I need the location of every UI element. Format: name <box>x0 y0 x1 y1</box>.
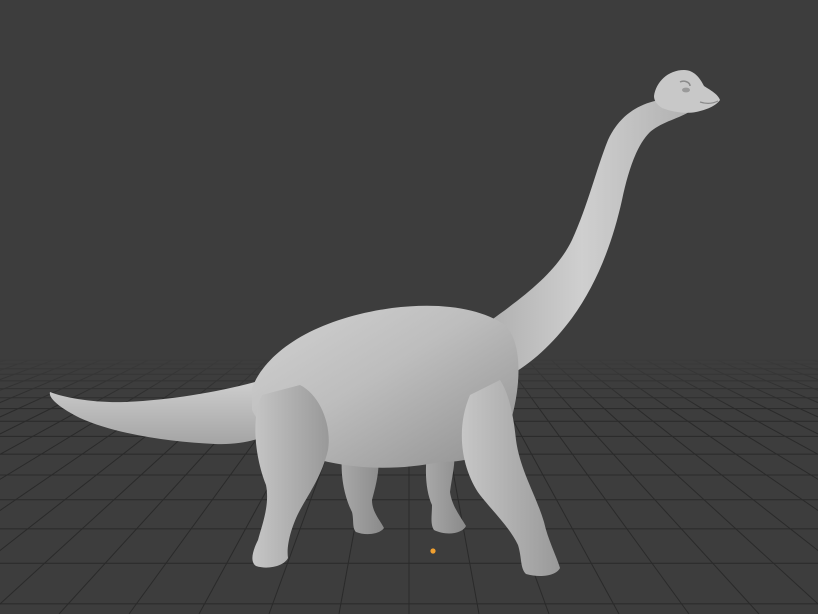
object-origin-dot[interactable] <box>430 548 436 554</box>
3d-viewport[interactable] <box>0 0 818 614</box>
viewport-canvas[interactable] <box>0 0 818 614</box>
near-hind-leg <box>252 385 329 568</box>
head <box>654 70 720 113</box>
